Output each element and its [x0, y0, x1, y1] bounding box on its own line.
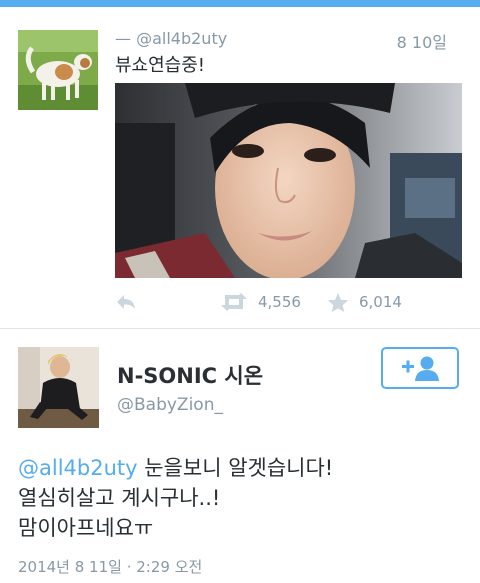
parent-timestamp: 8 10일 — [396, 33, 447, 52]
tweet-divider — [0, 328, 480, 329]
parent-handle: @all4b2uty — [136, 29, 228, 48]
retweet-count: 4,556 — [258, 293, 301, 311]
parent-tweet-text: 뷰쇼연습중! — [115, 55, 206, 76]
avatar[interactable] — [18, 347, 99, 428]
retweet-button[interactable]: 4,556 — [220, 290, 301, 314]
reply-icon — [117, 295, 135, 309]
favorite-count: 6,014 — [359, 293, 402, 311]
profile-photo — [18, 347, 99, 428]
reply-text-line-3: 맘이아프네요ㅠ — [18, 516, 154, 540]
reply-date: 2014년 8 11일 · 2:29 오전 — [18, 558, 203, 576]
tweet-actions: 4,556 6,014 — [115, 290, 455, 314]
parent-tweet-header: — @all4b2uty 8 10일 — [115, 29, 465, 52]
reply-handle[interactable]: @BabyZion_ — [117, 395, 223, 415]
parent-author[interactable]: — @all4b2uty — [115, 29, 227, 48]
tweet-photo[interactable] — [115, 83, 462, 278]
reply-text-line-1-rest: 눈을보니 알겟습니다! — [137, 456, 334, 480]
reply-button[interactable] — [115, 290, 137, 314]
dog-photo — [18, 30, 98, 110]
top-accent-bar — [0, 0, 480, 7]
favorite-button[interactable]: 6,014 — [327, 290, 402, 314]
avatar-dog[interactable] — [18, 30, 98, 110]
reply-display-name[interactable]: N-SONIC 시온 — [117, 360, 263, 390]
mention-link[interactable]: @all4b2uty — [18, 456, 138, 480]
reply-text-line-2: 열심히살고 계시구나..! — [18, 486, 221, 510]
parent-tweet[interactable]: — @all4b2uty 8 10일 뷰쇼연습중! 4,556 6,014 — [0, 7, 480, 328]
selfie-photo — [115, 83, 462, 278]
reply-text-line-1: @all4b2uty 눈을보니 알겟습니다! — [18, 453, 468, 483]
reply-tweet-text: @all4b2uty 눈을보니 알겟습니다! 열심히살고 계시구나..! 맘이아… — [18, 453, 468, 543]
follow-button[interactable] — [381, 347, 459, 389]
parent-display-name: — — [115, 29, 131, 48]
star-icon — [327, 292, 349, 312]
retweet-icon — [221, 293, 247, 311]
add-user-icon — [402, 356, 439, 381]
